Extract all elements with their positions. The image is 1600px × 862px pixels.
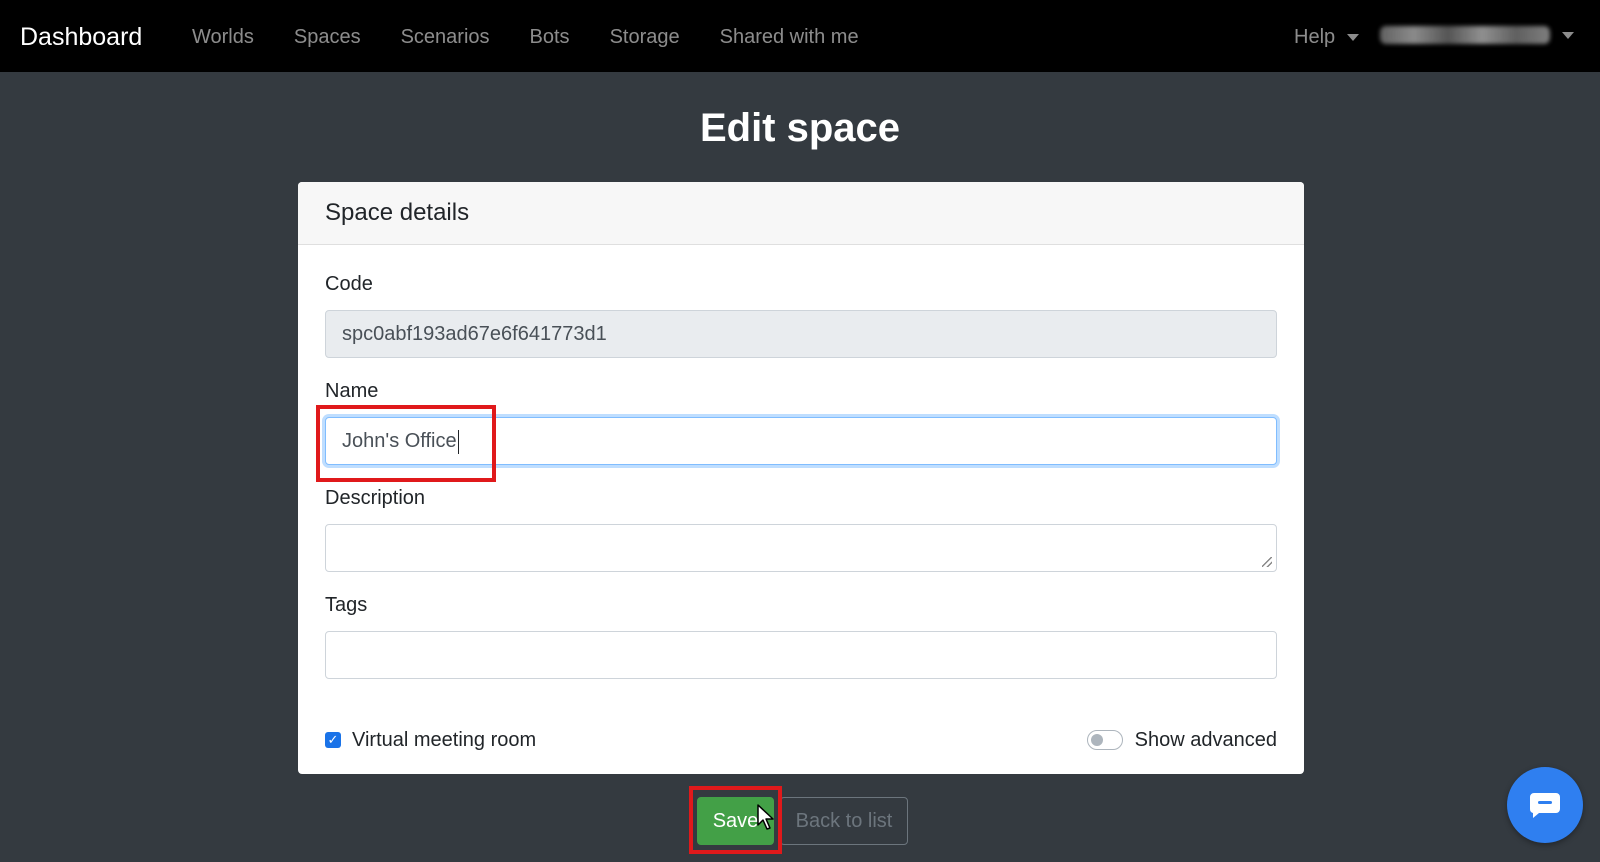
user-name-redacted [1380, 26, 1550, 44]
name-value: John's Office [342, 430, 457, 452]
space-details-card: Space details Code spc0abf193ad67e6f6417… [298, 182, 1304, 774]
code-value: spc0abf193ad67e6f641773d1 [342, 323, 607, 345]
virtual-meeting-checkbox[interactable]: ✓ [325, 732, 341, 748]
code-field[interactable]: spc0abf193ad67e6f641773d1 [325, 310, 1277, 358]
virtual-meeting-row: ✓ Virtual meeting room [325, 728, 536, 752]
nav-link-bots[interactable]: Bots [530, 24, 570, 50]
show-advanced-row: Show advanced [1086, 728, 1277, 752]
name-label: Name [325, 380, 379, 402]
name-field[interactable]: John's Office [325, 417, 1277, 465]
save-button[interactable]: Save [697, 797, 774, 845]
description-textarea[interactable] [325, 524, 1277, 572]
nav-link-spaces[interactable]: Spaces [294, 24, 361, 50]
show-advanced-toggle[interactable] [1086, 730, 1123, 750]
card-header: Space details [298, 182, 1304, 245]
show-advanced-label[interactable]: Show advanced [1135, 728, 1277, 752]
code-label: Code [325, 273, 373, 295]
user-menu[interactable] [1380, 26, 1574, 44]
nav-link-shared-with-me[interactable]: Shared with me [720, 24, 859, 50]
nav-link-worlds[interactable]: Worlds [192, 24, 254, 50]
help-label: Help [1294, 26, 1336, 48]
help-dropdown[interactable]: Help [1294, 24, 1360, 50]
tags-field[interactable] [325, 631, 1277, 679]
nav-link-scenarios[interactable]: Scenarios [401, 24, 490, 50]
page-title: Edit space [699, 106, 901, 150]
toggle-knob [1090, 734, 1103, 746]
nav-link-storage[interactable]: Storage [610, 24, 680, 50]
description-label: Description [325, 487, 426, 509]
brand-link[interactable]: Dashboard [20, 22, 142, 52]
text-cursor [457, 429, 459, 454]
resize-handle-icon[interactable] [1262, 557, 1272, 567]
chevron-down-icon [1347, 33, 1360, 41]
nav-links: Worlds Spaces Scenarios Bots Storage Sha… [192, 24, 899, 50]
tags-label: Tags [325, 594, 368, 616]
virtual-meeting-label[interactable]: Virtual meeting room [352, 728, 536, 752]
back-to-list-button[interactable]: Back to list [780, 797, 908, 845]
chat-widget-button[interactable] [1507, 767, 1583, 843]
chevron-down-icon [1562, 31, 1574, 39]
chat-bubble-icon [1529, 793, 1560, 818]
top-navbar: Dashboard Worlds Spaces Scenarios Bots S… [0, 0, 1600, 72]
